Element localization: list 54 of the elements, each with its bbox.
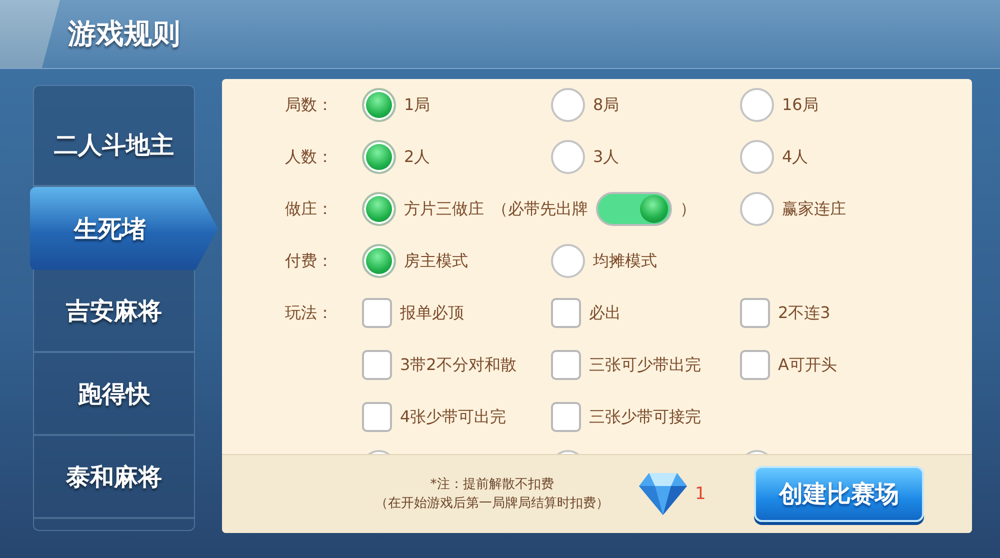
- option-label: 房主模式: [404, 250, 468, 272]
- sidebar-tab[interactable]: 泰和麻将: [34, 436, 194, 519]
- option-label: 赢家连庄: [782, 198, 846, 220]
- option-label: 4人: [782, 146, 808, 168]
- radio-button[interactable]: [551, 140, 585, 174]
- toggle-switch[interactable]: [596, 192, 672, 226]
- header-decoration: [0, 0, 60, 68]
- diamond-cost: 1: [695, 484, 706, 504]
- option-label: 3带2不分对和散: [400, 354, 516, 376]
- setting-label: 人数：: [285, 146, 333, 166]
- fee-note: （在开始游戏后第一局牌局结算时扣费）: [374, 495, 610, 513]
- option-label: 8局: [593, 94, 620, 116]
- option-label: 三张少带可接完: [589, 406, 701, 428]
- sidebar-tab[interactable]: 生死堵: [30, 187, 218, 270]
- checkbox[interactable]: [551, 402, 581, 432]
- radio-button[interactable]: [740, 140, 774, 174]
- option-label: 2人: [404, 146, 430, 168]
- fee-note: *注：提前解散不扣费: [429, 476, 555, 494]
- radio-button[interactable]: [362, 192, 396, 226]
- radio-button[interactable]: [551, 88, 585, 122]
- option-label: 方片三做庄: [404, 198, 484, 220]
- diamond-icon: [637, 471, 689, 517]
- option-label: 均摊模式: [593, 250, 657, 272]
- setting-label: 玩法：: [285, 302, 333, 322]
- option-label: A可开头: [778, 354, 837, 376]
- option-label: 4张少带可出完: [400, 406, 506, 428]
- checkbox[interactable]: [740, 350, 770, 380]
- radio-button[interactable]: [551, 244, 585, 278]
- checkbox[interactable]: [551, 298, 581, 328]
- radio-button[interactable]: [362, 244, 396, 278]
- checkbox[interactable]: [740, 298, 770, 328]
- radio-button[interactable]: [740, 88, 774, 122]
- radio-button[interactable]: [362, 88, 396, 122]
- option-label: 16局: [782, 94, 818, 116]
- checkbox[interactable]: [551, 350, 581, 380]
- option-label: 三张可少带出完: [589, 354, 701, 376]
- setting-label: 付费：: [285, 250, 333, 270]
- option-note: （必带先出牌: [492, 198, 588, 220]
- setting-label: 做庄：: [285, 198, 333, 218]
- checkbox[interactable]: [362, 298, 392, 328]
- option-label: 3人: [593, 146, 620, 168]
- radio-button[interactable]: [740, 192, 774, 226]
- option-label: 1局: [404, 94, 430, 116]
- window-title: 游戏规则: [68, 16, 180, 52]
- checkbox[interactable]: [362, 402, 392, 432]
- option-label: 报单必顶: [400, 302, 464, 324]
- sidebar-tab[interactable]: 吉安麻将: [34, 270, 194, 353]
- checkbox[interactable]: [362, 350, 392, 380]
- option-note: ）: [680, 198, 696, 220]
- option-label: 必出: [589, 302, 621, 324]
- setting-label: 局数：: [285, 94, 333, 114]
- sidebar-tab[interactable]: 跑得快: [34, 353, 194, 436]
- radio-button[interactable]: [362, 140, 396, 174]
- option-label: 2不连3: [778, 302, 830, 324]
